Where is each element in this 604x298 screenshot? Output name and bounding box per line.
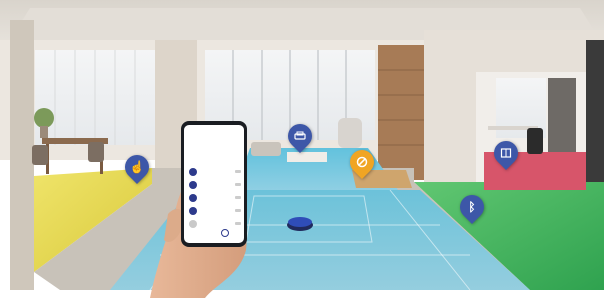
room-row[interactable] <box>189 206 241 216</box>
room-icon <box>189 181 197 189</box>
sofa-pin[interactable] <box>283 119 317 153</box>
toggle[interactable] <box>235 183 241 186</box>
room-icon <box>189 194 197 202</box>
toggle[interactable] <box>235 170 241 173</box>
left-room-pin[interactable]: ☝ <box>120 150 154 184</box>
room-row[interactable] <box>189 180 241 190</box>
book-icon <box>494 141 518 165</box>
room-icon <box>189 220 197 228</box>
room-icon <box>189 207 197 215</box>
phone-screen[interactable] <box>184 125 244 243</box>
app-tabs <box>194 155 242 161</box>
toggle[interactable] <box>235 196 241 199</box>
smartphone <box>181 121 247 247</box>
sofa-icon <box>288 124 312 148</box>
hand-pointer-icon: ☝ <box>129 160 145 174</box>
bluetooth-icon: ᛒ <box>468 200 476 214</box>
start-button[interactable] <box>221 229 229 237</box>
room-row[interactable] <box>189 219 241 229</box>
toggle[interactable] <box>235 209 241 212</box>
bluetooth-pin[interactable]: ᛒ <box>455 190 489 224</box>
room-row[interactable] <box>189 193 241 203</box>
room-icon <box>189 168 197 176</box>
toggle[interactable] <box>235 222 241 225</box>
room-row[interactable] <box>189 167 241 177</box>
no-go-pin[interactable] <box>345 145 379 179</box>
office-pin[interactable] <box>489 136 523 170</box>
no-entry-icon <box>350 150 374 174</box>
